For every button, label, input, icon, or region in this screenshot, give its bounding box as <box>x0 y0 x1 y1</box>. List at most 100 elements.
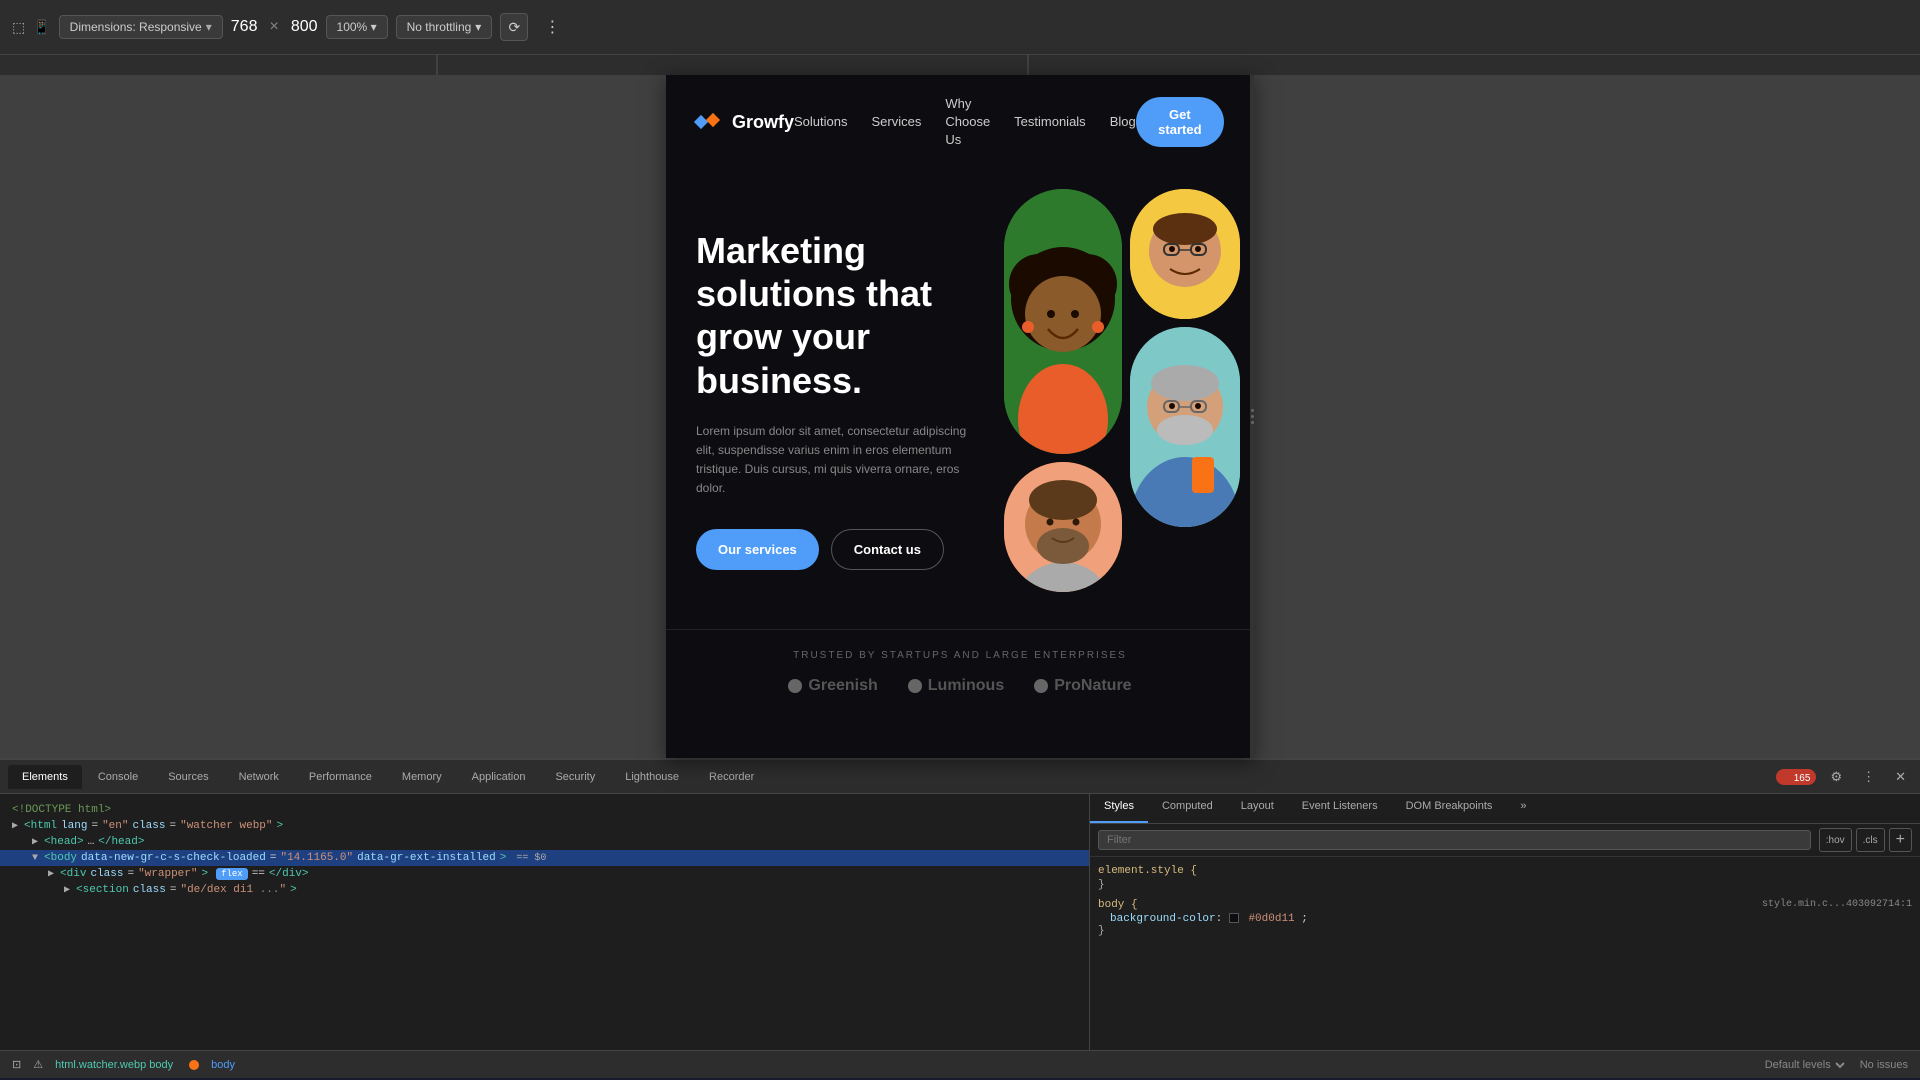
tab-sources[interactable]: Sources <box>154 765 222 789</box>
styles-filter-row: :hov .cls + <box>1090 824 1920 857</box>
style-rule-element: element.style { } <box>1098 865 1912 891</box>
dom-html[interactable]: ▶ <html lang="en" class="watcher webp" > <box>0 818 1089 834</box>
style-property-bg: background-color: #0d0d11 ; <box>1098 913 1912 925</box>
hero-buttons: Our services Contact us <box>696 529 984 570</box>
hero-images <box>1004 189 1224 600</box>
hero-title: Marketing solutions that grow your busin… <box>696 229 984 402</box>
tab-recorder[interactable]: Recorder <box>695 765 768 789</box>
tab-network[interactable]: Network <box>225 765 293 789</box>
nav-item-why-choose[interactable]: Why Choose Us <box>945 95 990 149</box>
nav-item-testimonials[interactable]: Testimonials <box>1014 113 1086 131</box>
viewport-height: 800 <box>291 18 318 36</box>
logo-text: Growfy <box>732 112 794 133</box>
levels-select[interactable]: Default levels <box>1761 1058 1848 1072</box>
nav-item-services[interactable]: Services <box>872 113 922 131</box>
cls-button[interactable]: .cls <box>1856 828 1885 852</box>
inspect-icon[interactable]: ⬚ <box>12 19 25 36</box>
hov-button[interactable]: :hov <box>1819 828 1852 852</box>
hero-section: Marketing solutions that grow your busin… <box>666 169 1254 629</box>
trusted-label: TRUSTED BY STARTUPS AND LARGE ENTERPRISE… <box>696 650 1224 661</box>
trusted-logo-pronature: ProNature <box>1034 677 1131 695</box>
style-source: style.min.c...403092714:1 <box>1762 899 1912 913</box>
add-style-button[interactable]: + <box>1889 828 1912 852</box>
styles-tabs: Styles Computed Layout Event Listeners D… <box>1090 794 1920 824</box>
chevron-icon: ▾ <box>206 20 212 34</box>
tab-lighthouse[interactable]: Lighthouse <box>611 765 693 789</box>
ruler <box>0 55 1920 75</box>
styles-filter-input[interactable] <box>1098 830 1811 850</box>
throttle-control[interactable]: No throttling ▾ <box>396 15 493 39</box>
logo: Growfy <box>696 110 794 134</box>
avatar-2 <box>1130 189 1240 319</box>
style-rule-body: body { style.min.c...403092714:1 backgro… <box>1098 899 1912 937</box>
devtools-tabs: Elements Console Sources Network Perform… <box>0 760 1920 794</box>
dom-body[interactable]: ▼ <body data-new-gr-c-s-check-loaded="14… <box>0 850 1089 866</box>
dimension-selector[interactable]: Dimensions: Responsive ▾ <box>59 15 223 39</box>
style-selector-element: element.style { <box>1098 865 1912 877</box>
tab-application[interactable]: Application <box>458 765 540 789</box>
devtools-toolbar: ⬚ 📱 Dimensions: Responsive ▾ 768 × 800 1… <box>12 13 1908 41</box>
state-buttons: :hov .cls + <box>1819 828 1912 852</box>
nav-item-blog[interactable]: Blog <box>1110 113 1136 131</box>
trusted-logo-greenish: Greenish <box>788 677 877 695</box>
dom-breadcrumb: html.watcher.webp body <box>55 1059 173 1071</box>
get-started-button[interactable]: Get started <box>1136 97 1224 147</box>
trusted-logos: Greenish Luminous ProNature <box>696 677 1224 695</box>
dom-section[interactable]: ▶ <section class="de/dex di1 ..." > <box>0 882 1089 898</box>
devtools-bottom-bar: ⊡ ⚠ html.watcher.webp body body Default … <box>0 1050 1920 1078</box>
tab-console[interactable]: Console <box>84 765 152 789</box>
device-icon[interactable]: 📱 <box>33 19 50 36</box>
hero-content: Marketing solutions that grow your busin… <box>696 189 984 570</box>
styles-tab-computed[interactable]: Computed <box>1148 794 1227 823</box>
console-icon[interactable]: ⊡ <box>12 1058 21 1071</box>
right-gutter <box>1254 75 1920 758</box>
styles-tab-event-listeners[interactable]: Event Listeners <box>1288 794 1392 823</box>
dom-wrapper-div[interactable]: ▶ <div class="wrapper" > flex == </div> <box>0 866 1089 882</box>
nav-links: Solutions Services Why Choose Us Testimo… <box>794 95 1136 149</box>
left-gutter <box>0 75 666 758</box>
avatar-4 <box>1130 327 1240 527</box>
navigation: Growfy Solutions Services Why Choose Us … <box>666 75 1254 169</box>
style-selector-body: body { <box>1098 899 1138 911</box>
bottom-bar-status: Default levels No issues <box>1761 1058 1908 1072</box>
dom-doctype: <!DOCTYPE html> <box>0 802 1089 818</box>
tab-elements[interactable]: Elements <box>8 765 82 789</box>
styles-tab-more[interactable]: » <box>1506 794 1540 823</box>
zoom-control[interactable]: 100% ▾ <box>326 15 388 39</box>
contact-us-button[interactable]: Contact us <box>831 529 944 570</box>
browser-toolbar: ⬚ 📱 Dimensions: Responsive ▾ 768 × 800 1… <box>0 0 1920 55</box>
nav-item-solutions[interactable]: Solutions <box>794 113 847 131</box>
viewport-area: Growfy Solutions Services Why Choose Us … <box>0 75 1920 758</box>
elements-panel: <!DOCTYPE html> ▶ <html lang="en" class=… <box>0 794 1090 1050</box>
logo-icon <box>696 110 724 134</box>
issues-icon[interactable]: ⚠ <box>33 1058 43 1071</box>
body-tag: body <box>211 1059 235 1071</box>
luminous-icon <box>908 679 922 693</box>
styles-tab-layout[interactable]: Layout <box>1227 794 1288 823</box>
tab-performance[interactable]: Performance <box>295 765 386 789</box>
more-options-button[interactable]: ⋮ <box>536 13 568 41</box>
tab-security[interactable]: Security <box>541 765 609 789</box>
greenish-icon <box>788 679 802 693</box>
pronature-icon <box>1034 679 1048 693</box>
hero-description: Lorem ipsum dolor sit amet, consectetur … <box>696 422 984 499</box>
our-services-button[interactable]: Our services <box>696 529 819 570</box>
avatar-3 <box>1004 462 1122 592</box>
devtools-main: <!DOCTYPE html> ▶ <html lang="en" class=… <box>0 794 1920 1050</box>
settings-icon[interactable]: ⚙ <box>1824 767 1848 787</box>
more-devtools-icon[interactable]: ⋮ <box>1856 767 1881 787</box>
tab-memory[interactable]: Memory <box>388 765 456 789</box>
close-devtools-button[interactable]: ✕ <box>1889 767 1912 787</box>
styles-tab-styles[interactable]: Styles <box>1090 794 1148 823</box>
error-count-badge: ● 165 <box>1776 769 1817 785</box>
rotate-button[interactable]: ⟳ <box>500 13 528 41</box>
dimension-label: Dimensions: Responsive <box>70 20 202 34</box>
styles-tab-dom-breakpoints[interactable]: DOM Breakpoints <box>1392 794 1507 823</box>
dom-head[interactable]: ▶ <head> … </head> <box>0 834 1089 850</box>
flex-badge: flex <box>216 868 248 880</box>
avatar-1 <box>1004 189 1122 454</box>
trusted-logo-luminous: Luminous <box>908 677 1004 695</box>
resize-handle[interactable] <box>1250 75 1254 758</box>
no-issues-label: No issues <box>1860 1059 1908 1071</box>
color-swatch <box>1229 913 1239 923</box>
